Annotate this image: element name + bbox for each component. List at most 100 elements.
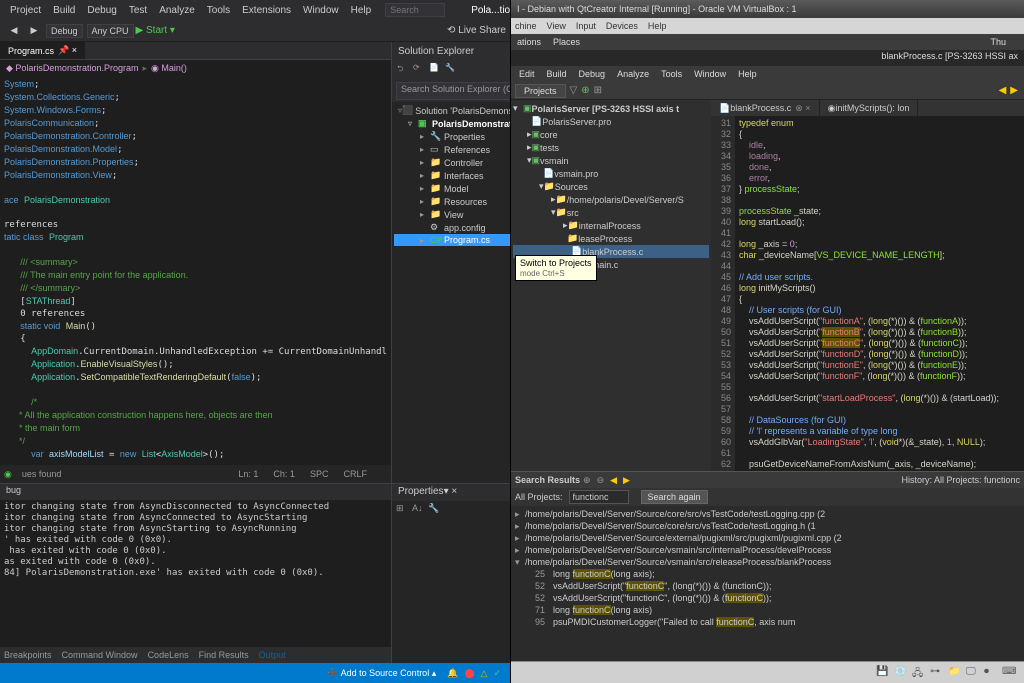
filter-icon[interactable]: ▽ [570, 85, 578, 96]
search-again-button[interactable]: Search again [641, 490, 708, 504]
crumb-class[interactable]: ◆ PolarisDemonstration.Program [6, 63, 138, 74]
tab-codelens[interactable]: CodeLens [148, 650, 189, 660]
qt-menubar: Edit Build Debug Analyze Tools Window He… [511, 66, 1024, 82]
menu-tools[interactable]: Tools [201, 5, 236, 16]
back-icon[interactable]: ◀ [6, 23, 22, 39]
qt-window[interactable]: Window [694, 69, 726, 79]
vm-hostkey-icon[interactable]: ⌨ [1002, 666, 1016, 680]
menu-test[interactable]: Test [123, 5, 153, 16]
platform-dropdown[interactable]: Any CPU [87, 24, 134, 38]
warn-icon[interactable]: △ [481, 668, 488, 679]
cat-icon[interactable]: ⊞ [396, 503, 410, 517]
editor-status: ◉ues found Ln: 1 Ch: 1 SPC CRLF [0, 465, 391, 483]
qtcreator-window: I - Debian with QtCreator Internal [Runn… [510, 0, 1024, 683]
qt-analyze[interactable]: Analyze [617, 69, 649, 79]
output-tabs: Breakpoints Command Window CodeLens Find… [0, 647, 391, 663]
tab-output[interactable]: Output [259, 650, 286, 660]
search-results-list[interactable]: ▸/home/polaris/Devel/Server/Source/core/… [511, 506, 1024, 661]
qt-editor-tabs: 📄 blankProcess.c⊗ × ◉ initMyScripts(): l… [711, 100, 1024, 116]
tab-blankprocess[interactable]: 📄 blankProcess.c⊗ × [711, 100, 820, 116]
prop-icon[interactable]: 🔧 [445, 63, 459, 77]
qt-tools[interactable]: Tools [661, 69, 682, 79]
home-icon[interactable]: ⮌ [397, 63, 411, 77]
tab-breakpoints[interactable]: Breakpoints [4, 650, 52, 660]
prev-result-icon[interactable]: ◀ [610, 475, 617, 486]
vm-menubar: chine View Input Devices Help [511, 18, 1024, 34]
menu-help[interactable]: Help [345, 5, 378, 16]
vm-shared-icon[interactable]: 📁 [948, 666, 962, 680]
props-toolbar: ⊞ A↓ 🔧 [392, 501, 510, 521]
tab-initmyscripts[interactable]: ◉ initMyScripts(): lon [820, 100, 919, 116]
solution-explorer-title: Solution Explorer▾ × [392, 42, 510, 60]
applications[interactable]: ations [517, 37, 541, 47]
vm-input[interactable]: Input [576, 21, 596, 31]
vm-machine[interactable]: chine [515, 21, 537, 31]
vs-search-input[interactable] [385, 3, 445, 17]
qt-project-tree[interactable]: ▾▣ PolarisServer [PS-3263 HSSI axis t 📄 … [511, 100, 711, 471]
output-panel: bug itor changing state from AsyncDiscon… [0, 483, 391, 663]
se-search[interactable]: Search Solution Explorer (Ctrl+;) [396, 82, 510, 100]
vm-disk-icon[interactable]: 💾 [876, 666, 890, 680]
fwd-icon[interactable]: ▶ [26, 23, 42, 39]
visual-studio-window: Project Build Debug Test Analyze Tools E… [0, 0, 510, 683]
vm-optical-icon[interactable]: 💿 [894, 666, 908, 680]
menu-build[interactable]: Build [47, 5, 81, 16]
projects-tab[interactable]: Projects [515, 84, 566, 98]
ok-icon[interactable]: ✓ [493, 668, 501, 679]
code-editor[interactable]: System; System.Collections.Generic; Syst… [0, 76, 391, 465]
vm-help[interactable]: Help [648, 21, 667, 31]
places[interactable]: Places [553, 37, 580, 47]
menu-debug[interactable]: Debug [81, 5, 122, 16]
add-source-control[interactable]: ➕ Add to Source Control ▴ [327, 668, 436, 679]
nav-fwd-icon[interactable]: ▶ [1010, 85, 1018, 96]
qt-debug[interactable]: Debug [579, 69, 606, 79]
liveshare-button[interactable]: ⟲ Live Share [447, 25, 506, 36]
config-dropdown[interactable]: Debug [46, 24, 83, 38]
error-icon[interactable]: ⬤ [464, 668, 474, 679]
menu-analyze[interactable]: Analyze [153, 5, 201, 16]
search-results-pane: Search Results ⊕ ⊖ ◀ ▶ History: All Proj… [511, 471, 1024, 661]
az-icon[interactable]: A↓ [412, 503, 426, 517]
menu-extensions[interactable]: Extensions [236, 5, 297, 16]
split-icon[interactable]: ⊞ [594, 85, 602, 96]
start-button[interactable]: ▶ Start ▾ [136, 25, 175, 36]
solution-tree[interactable]: ▿⬛Solution 'PolarisDemonstration' (1 of … [392, 102, 510, 483]
menu-window[interactable]: Window [297, 5, 345, 16]
notif-icon[interactable]: 🔔 [447, 668, 458, 679]
vm-net-icon[interactable]: 🖧 [912, 666, 926, 680]
vm-display-icon[interactable]: 🖵 [966, 666, 980, 680]
vm-view[interactable]: View [547, 21, 566, 31]
se-toolbar: ⮌ ⟳ 📄 🔧 [392, 60, 510, 80]
next-result-icon[interactable]: ▶ [623, 475, 630, 486]
qt-build[interactable]: Build [547, 69, 567, 79]
qt-help[interactable]: Help [738, 69, 757, 79]
clock[interactable]: Thu [990, 37, 1006, 47]
search-history[interactable]: History: All Projects: functionc [901, 475, 1020, 485]
sync-icon[interactable]: ⊕ [581, 85, 589, 96]
vs-toolbar: ◀ ▶ Debug Any CPU ▶ Start ▾ ⟲ Live Share [0, 20, 510, 42]
tab-cmdwindow[interactable]: Command Window [62, 650, 138, 660]
vm-titlebar: I - Debian with QtCreator Internal [Runn… [511, 0, 1024, 18]
qt-code-editor[interactable]: 31 32 33 34 35 36 37 38 39 40 41 42 43 4… [711, 116, 1024, 471]
collapse-icon[interactable]: ⊖ [597, 475, 605, 486]
search-query-input[interactable] [569, 490, 629, 504]
wrench-icon[interactable]: 🔧 [428, 503, 442, 517]
vs-statusbar: ➕ Add to Source Control ▴ 🔔 ⬤ △ ✓ [0, 663, 510, 683]
vm-rec-icon[interactable]: ⏺ [984, 666, 998, 680]
crumb-method[interactable]: ◉ Main() [151, 63, 187, 74]
nav-back-icon[interactable]: ◀ [999, 85, 1007, 96]
switch-projects-tooltip: Switch to Projects mode Ctrl+S [515, 255, 597, 281]
expand-icon[interactable]: ⊕ [583, 475, 591, 486]
qt-toolbar: Projects ▽ ⊕ ⊞ ◀ ▶ [511, 82, 1024, 100]
qt-edit[interactable]: Edit [519, 69, 535, 79]
tab-findresults[interactable]: Find Results [199, 650, 249, 660]
docs-icon[interactable]: 📄 [429, 63, 443, 77]
output-text[interactable]: itor changing state from AsyncDisconnect… [0, 500, 391, 647]
search-title: Search Results [515, 475, 580, 485]
refresh-icon[interactable]: ⟳ [413, 63, 427, 77]
breadcrumb: ◆ PolarisDemonstration.Program ▸ ◉ Main(… [0, 60, 391, 76]
vm-devices[interactable]: Devices [606, 21, 638, 31]
vm-usb-icon[interactable]: ⊶ [930, 666, 944, 680]
menu-project[interactable]: Project [4, 5, 47, 16]
tab-program-cs[interactable]: Program.cs 📌 × [0, 42, 85, 59]
